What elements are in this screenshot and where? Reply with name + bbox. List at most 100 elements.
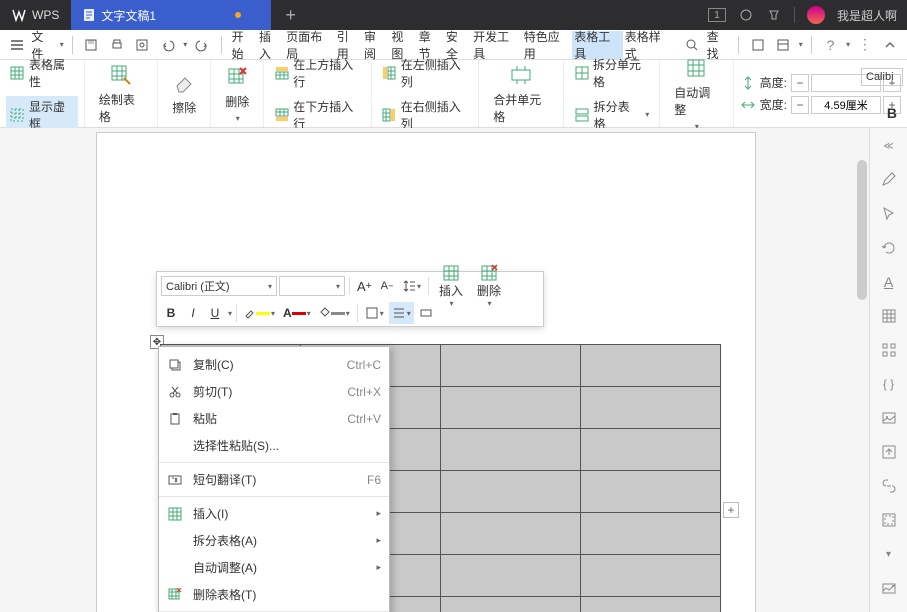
underline-button[interactable]: U <box>205 302 225 324</box>
align-button[interactable]: ▾ <box>389 302 414 324</box>
menu-paste[interactable]: 粘贴Ctrl+V <box>159 405 389 432</box>
layout-icon[interactable] <box>772 34 793 56</box>
cell[interactable] <box>581 597 721 612</box>
font-size-combo[interactable]: ▾ <box>279 276 345 296</box>
label: Calibi <box>866 71 894 83</box>
cell[interactable] <box>441 513 581 555</box>
badge-icon[interactable]: 1 <box>708 8 726 22</box>
eraser-button[interactable]: 擦除 <box>164 67 204 120</box>
menu-split-table[interactable]: 拆分表格(A)▸ <box>159 527 389 554</box>
link-icon[interactable] <box>879 476 899 496</box>
menu-translate[interactable]: 短句翻译(T)F6 <box>159 466 389 493</box>
highlight-button[interactable]: ▾ <box>241 302 278 324</box>
document-tab[interactable]: 文字文稿1 <box>71 0 271 30</box>
menu-cut[interactable]: 剪切(T)Ctrl+X <box>159 378 389 405</box>
shading-button[interactable]: ▾ <box>316 302 353 324</box>
scrollbar-thumb[interactable] <box>857 160 867 300</box>
table-icon[interactable] <box>879 306 899 326</box>
height-label: 高度: <box>760 74 787 91</box>
wps-home-tab[interactable]: WPS <box>0 0 71 30</box>
avatar[interactable] <box>807 6 825 24</box>
apps-icon[interactable] <box>879 340 899 360</box>
cell[interactable] <box>581 387 721 429</box>
collapse-icon[interactable] <box>880 34 901 56</box>
help-icon[interactable]: ? <box>820 34 841 56</box>
gallery-icon[interactable] <box>879 578 899 598</box>
width-label: 宽度: <box>760 96 787 113</box>
more-icon[interactable]: ⋮ <box>854 34 875 56</box>
bold-button[interactable]: B <box>887 105 897 121</box>
cell[interactable] <box>581 513 721 555</box>
draw-table-button[interactable]: 绘制表格 <box>91 59 151 129</box>
skin-icon[interactable] <box>738 7 754 23</box>
new-tab-button[interactable]: + <box>271 0 310 30</box>
font-color-button[interactable]: A▾ <box>280 302 314 324</box>
tab-special[interactable]: 特色应用 <box>522 31 573 59</box>
shortcut: Ctrl+C <box>347 358 381 372</box>
cell[interactable] <box>441 597 581 612</box>
redo-icon[interactable] <box>191 34 212 56</box>
auto-fit-button[interactable]: 自动调整▾ <box>666 52 726 135</box>
cell[interactable] <box>441 555 581 597</box>
tab-dev[interactable]: 开发工具 <box>471 31 522 59</box>
menu-auto-fit[interactable]: 自动调整(A)▸ <box>159 554 389 581</box>
merge-button[interactable] <box>416 302 436 324</box>
row-below-icon <box>274 107 289 123</box>
cell[interactable] <box>581 429 721 471</box>
layout-icon[interactable] <box>879 510 899 530</box>
insert-row-above-button[interactable]: 在上方插入行 <box>270 54 364 92</box>
cell[interactable] <box>441 429 581 471</box>
cell[interactable] <box>441 387 581 429</box>
save-icon[interactable] <box>81 34 102 56</box>
split-cells-button[interactable]: 拆分单元格 <box>570 54 653 92</box>
chevron-down-icon: ▾ <box>846 40 850 49</box>
bracket-icon[interactable]: { } <box>879 374 899 394</box>
cell[interactable] <box>581 471 721 513</box>
font-name-combo[interactable]: Calibri (正文)▾ <box>161 276 277 296</box>
menu-delete-table[interactable]: 删除表格(T) <box>159 581 389 608</box>
insert-col-left-button[interactable]: 在左侧插入列 <box>378 54 472 92</box>
add-column-button[interactable]: + <box>723 502 739 518</box>
chevron-down-icon[interactable]: ▾ <box>879 544 899 564</box>
decrease-font-button[interactable]: A− <box>377 275 397 297</box>
height-minus-button[interactable]: − <box>791 74 809 92</box>
vertical-scrollbar[interactable] <box>855 160 869 612</box>
line-spacing-button[interactable]: ▾ <box>399 275 424 297</box>
increase-font-button[interactable]: A+ <box>354 275 375 297</box>
menu-paste-special[interactable]: 选择性粘贴(S)... <box>159 432 389 459</box>
preview-icon[interactable] <box>132 34 153 56</box>
menu-copy[interactable]: 复制(C)Ctrl+C <box>159 351 389 378</box>
text-style-icon[interactable]: A <box>879 272 899 292</box>
cell[interactable] <box>581 345 721 387</box>
cell[interactable] <box>441 345 581 387</box>
cell[interactable] <box>581 555 721 597</box>
collapse-rail-icon[interactable]: ≪ <box>879 136 899 156</box>
notify-icon[interactable] <box>766 7 782 23</box>
menu-insert[interactable]: 插入(I)▸ <box>159 500 389 527</box>
cut-icon <box>167 384 183 400</box>
mini-toolbar: Calibri (正文)▾ ▾ A+ A− ▾ 插入▾ 删除▾ B I U ▾ … <box>156 271 544 327</box>
italic-button[interactable]: I <box>183 302 203 324</box>
width-input[interactable] <box>811 96 881 114</box>
merge-cells-button[interactable]: 合并单元格 <box>485 59 557 129</box>
table-props-button[interactable]: 表格属性 <box>6 54 78 92</box>
bold-button[interactable]: B <box>161 302 181 324</box>
font-combo[interactable]: Calibi <box>861 68 903 86</box>
print-icon[interactable] <box>106 34 127 56</box>
delete-button[interactable]: 删除▾ <box>217 61 257 127</box>
pencil-icon[interactable] <box>879 170 899 190</box>
label: 选择性粘贴(S)... <box>193 437 381 454</box>
border-button[interactable]: ▾ <box>362 302 387 324</box>
cell[interactable] <box>441 471 581 513</box>
undo-icon[interactable] <box>157 34 178 56</box>
share-icon[interactable] <box>747 34 768 56</box>
chevron-down-icon: ▾ <box>417 282 421 291</box>
export-icon[interactable] <box>879 442 899 462</box>
shortcut: F6 <box>367 473 381 487</box>
width-minus-button[interactable]: − <box>791 96 809 114</box>
cursor-icon[interactable] <box>879 204 899 224</box>
refresh-icon[interactable] <box>879 238 899 258</box>
hamburger-icon[interactable] <box>6 34 27 56</box>
image-icon[interactable] <box>879 408 899 428</box>
tab-start[interactable]: 开始 <box>230 31 257 59</box>
